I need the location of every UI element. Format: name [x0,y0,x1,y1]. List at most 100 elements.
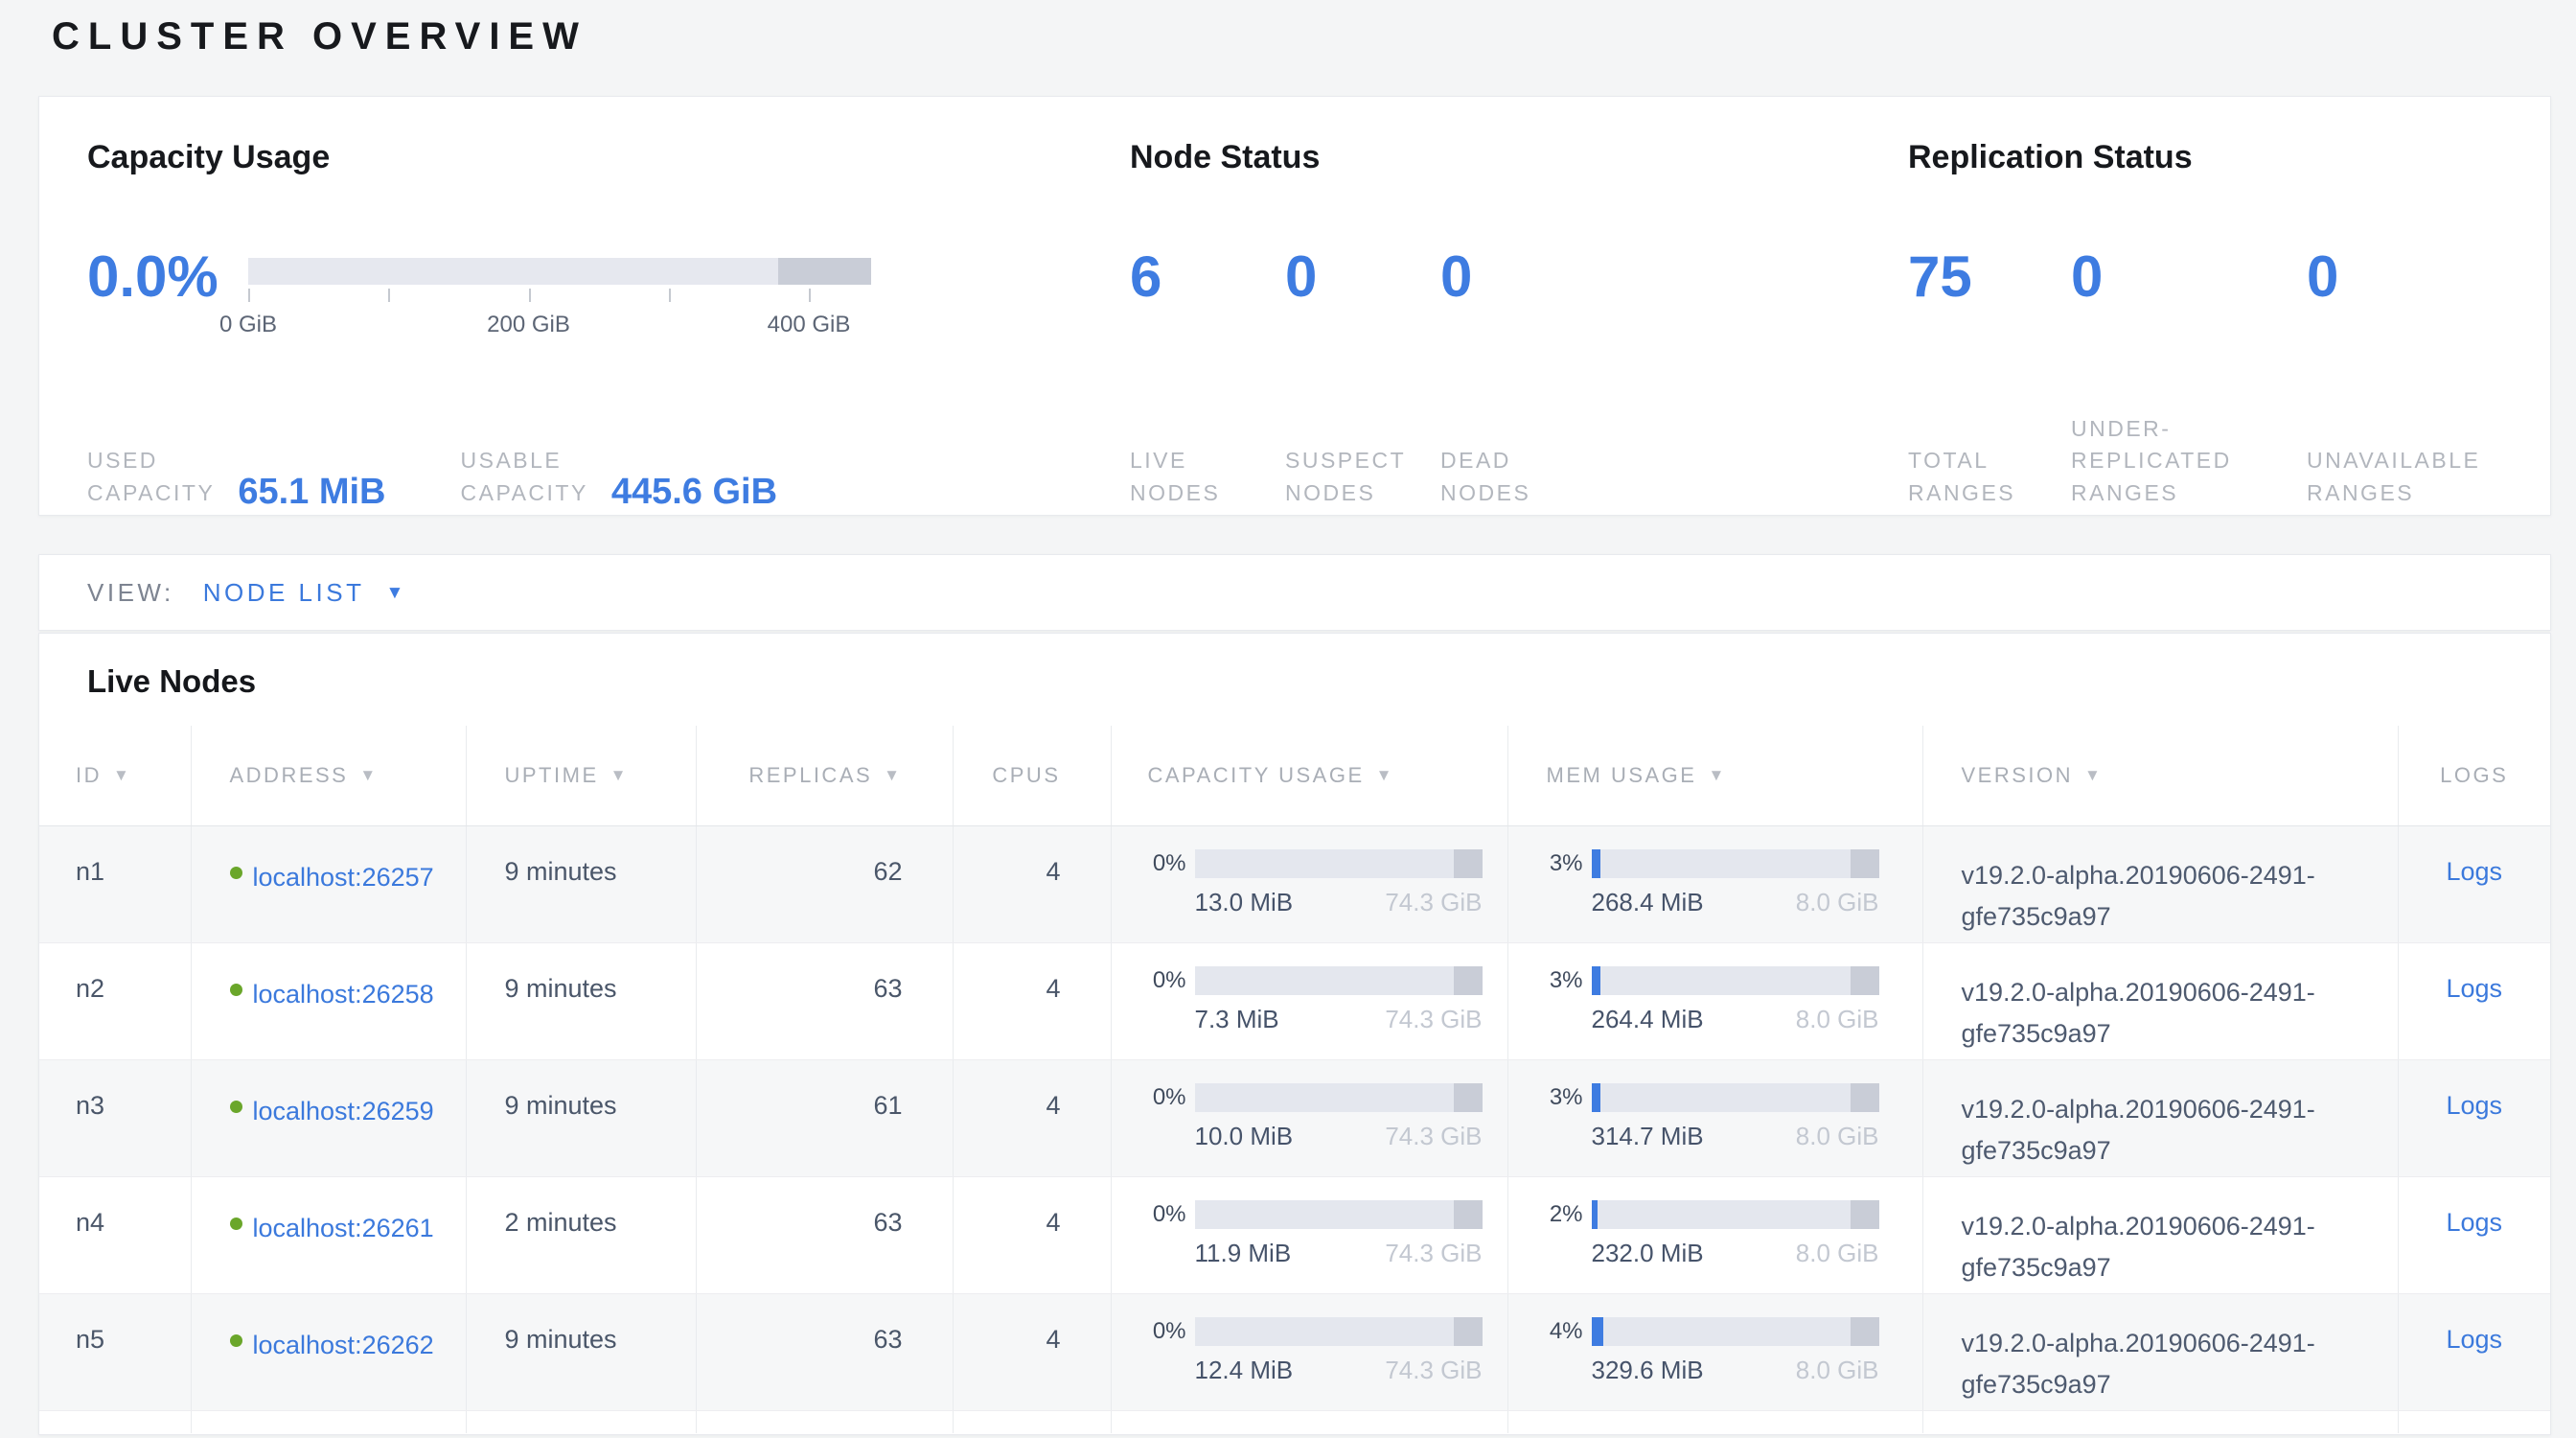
node-replicas: 63 [696,942,953,1059]
live-status-dot [230,1334,242,1347]
view-label: VIEW: [87,578,174,608]
unavailable-ranges-metric: 0 UNAVAILABLE RANGES [2307,237,2480,509]
column-header-id[interactable]: ID▼ [39,726,191,825]
column-header-version[interactable]: VERSION▼ [1922,726,2398,825]
node-id: n1 [39,825,191,942]
live-nodes-card: Live Nodes ID▼ ADDRESS▼ UPTIME▼ REPLICAS… [38,633,2551,1435]
axis-tick [248,289,250,302]
axis-tick-label: 400 GiB [768,312,851,338]
table-row: n2 localhost:26258 9 minutes 63 4 0% 7.3… [39,942,2550,1059]
sort-arrow-icon: ▼ [1708,766,1726,784]
node-replicas: 63 [696,1176,953,1293]
live-status-dot [230,867,242,879]
table-header-row: ID▼ ADDRESS▼ UPTIME▼ REPLICAS▼ CPUS CAPA… [39,726,2550,825]
capacity-meter-end-segment [1454,1317,1483,1346]
live-nodes-metric: 6 LIVE NODES [1130,237,1285,509]
node-mem-usage: 3% 264.4 MiB8.0 GiB [1507,942,1922,1059]
sort-arrow-icon: ▼ [884,766,902,784]
usable-capacity-stat: USABLE CAPACITY 445.6 GiB [461,445,778,509]
usable-capacity-value: 445.6 GiB [611,474,777,510]
node-mem-usage: 3% 268.4 MiB8.0 GiB [1507,825,1922,942]
node-address-link[interactable]: localhost:26262 [253,1325,447,1366]
view-selected-option: NODE LIST [203,578,365,608]
under-replicated-ranges-metric: 0 UNDER- REPLICATED RANGES [2071,237,2307,509]
summary-card: Capacity Usage 0.0% 0 GiB 200 GiB 400 Gi… [38,96,2551,516]
sort-arrow-icon: ▼ [610,766,629,784]
total-ranges-count: 75 [1908,237,2071,356]
node-status-section: Node Status 6 LIVE NODES 0 SUSPECT NODES… [1130,133,1908,515]
table-row: n3 localhost:26259 9 minutes 61 4 0% 10.… [39,1059,2550,1176]
memory-meter [1592,849,1879,878]
node-uptime: 2 minutes [466,1176,696,1293]
axis-tick [388,289,390,302]
axis-tick [809,289,811,302]
under-replicated-count: 0 [2071,237,2307,356]
column-header-mem-usage[interactable]: MEM USAGE▼ [1507,726,1922,825]
capacity-bar [248,258,871,285]
column-header-replicas[interactable]: REPLICAS▼ [696,726,953,825]
column-header-address[interactable]: ADDRESS▼ [191,726,466,825]
node-address-link[interactable]: localhost:26257 [253,857,447,898]
used-capacity-stat: USED CAPACITY 65.1 MiB [87,445,386,509]
memory-meter-end-segment [1851,1317,1879,1346]
node-version: v19.2.0-alpha.20190606-2491-gfe735c9a97 [1922,1176,2398,1293]
column-header-cpus[interactable]: CPUS [953,726,1111,825]
node-cpus: 4 [953,1176,1111,1293]
logs-link[interactable]: Logs [2446,857,2502,886]
memory-meter-end-segment [1851,849,1879,878]
capacity-remainder-segment [778,258,872,285]
node-mem-usage: 2% 232.0 MiB8.0 GiB [1507,1176,1922,1293]
node-cpus: 4 [953,825,1111,942]
live-nodes-count: 6 [1130,237,1285,356]
used-capacity-label: USED [87,445,215,476]
logs-link[interactable]: Logs [2446,1325,2502,1354]
logs-link[interactable]: Logs [2446,1208,2502,1237]
node-id: n3 [39,1059,191,1176]
unavailable-count: 0 [2307,237,2480,356]
live-nodes-table: ID▼ ADDRESS▼ UPTIME▼ REPLICAS▼ CPUS CAPA… [39,726,2550,1433]
node-address-link[interactable]: localhost:26261 [253,1208,447,1249]
live-status-dot [230,984,242,996]
node-capacity-usage: 0% 10.0 MiB74.3 GiB [1111,1059,1507,1176]
column-header-capacity-usage[interactable]: CAPACITY USAGE▼ [1111,726,1507,825]
column-header-uptime[interactable]: UPTIME▼ [466,726,696,825]
chevron-down-icon: ▼ [385,584,403,602]
replication-status-title: Replication Status [1908,133,2550,181]
used-capacity-value: 65.1 MiB [238,474,385,510]
axis-tick-label: 200 GiB [487,312,570,338]
column-header-logs: LOGS [2398,726,2550,825]
node-replicas: 61 [696,1059,953,1176]
capacity-meter-end-segment [1454,849,1483,878]
sort-arrow-icon: ▼ [359,766,378,784]
node-cpus: 4 [953,942,1111,1059]
capacity-meter-end-segment [1454,1083,1483,1112]
page-title: CLUSTER OVERVIEW [52,15,587,58]
node-address-link[interactable]: localhost:26259 [253,1091,447,1132]
capacity-meter [1195,1083,1483,1112]
live-nodes-title: Live Nodes [39,634,2550,726]
capacity-usage-section: Capacity Usage 0.0% 0 GiB 200 GiB 400 Gi… [87,133,1130,515]
node-cpus: 4 [953,1293,1111,1410]
sort-arrow-icon: ▼ [1376,766,1394,784]
node-uptime: 9 minutes [466,1059,696,1176]
node-mem-usage: 3% 314.7 MiB8.0 GiB [1507,1059,1922,1176]
node-id: n2 [39,942,191,1059]
capacity-meter [1195,849,1483,878]
live-status-dot [230,1101,242,1113]
view-selector-dropdown[interactable]: NODE LIST ▼ [203,578,404,608]
replication-status-section: Replication Status 75 TOTAL RANGES 0 UND… [1908,133,2550,515]
usable-capacity-label: CAPACITY [461,477,588,509]
capacity-axis: 0 GiB 200 GiB 400 GiB [248,289,871,346]
logs-link[interactable]: Logs [2446,1091,2502,1120]
memory-meter-end-segment [1851,1200,1879,1229]
node-version: v19.2.0-alpha.20190606-2491-gfe735c9a97 [1922,942,2398,1059]
suspect-nodes-count: 0 [1285,237,1440,356]
usable-capacity-label: USABLE [461,445,588,476]
memory-meter-end-segment [1851,966,1879,995]
dead-nodes-count: 0 [1440,237,1596,356]
logs-link[interactable]: Logs [2446,974,2502,1003]
table-row: n4 localhost:26261 2 minutes 63 4 0% 11.… [39,1176,2550,1293]
memory-meter [1592,1083,1879,1112]
node-address-link[interactable]: localhost:26258 [253,974,447,1015]
node-uptime: 9 minutes [466,825,696,942]
